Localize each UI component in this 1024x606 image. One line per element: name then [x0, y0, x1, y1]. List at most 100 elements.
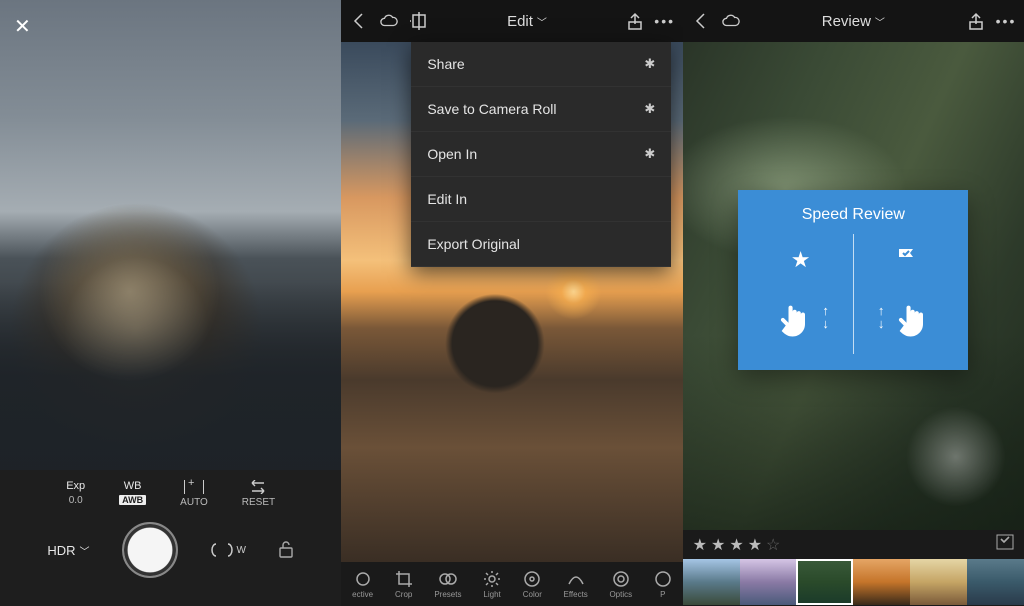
mode-selector[interactable]: Edit ﹀ — [507, 13, 547, 30]
chevron-down-icon: ﹀ — [80, 543, 90, 558]
star-empty-icon[interactable]: ☆ — [766, 535, 780, 555]
filmstrip[interactable] — [683, 559, 1024, 606]
camera-viewfinder — [0, 0, 341, 470]
more-button[interactable]: ••• — [655, 11, 675, 31]
camera-screen: ✕ Exp 0.0 WB AWB AUTO RESET — [0, 0, 341, 606]
bracket-icon — [184, 480, 204, 494]
cloud-icon[interactable] — [379, 11, 399, 31]
tool-selective[interactable]: ective — [352, 570, 373, 599]
rating-bar[interactable]: ★ ★ ★ ★ ☆ — [683, 530, 1024, 559]
flag-check-icon — [895, 246, 917, 274]
wb-value: AWB — [119, 495, 146, 505]
tool-label: Color — [523, 590, 542, 599]
share-menu-item[interactable]: Open In ✱ — [411, 132, 671, 177]
star-icon[interactable]: ★ — [748, 535, 762, 555]
review-bottom-bar: ★ ★ ★ ★ ☆ — [683, 530, 1024, 606]
back-button[interactable] — [691, 11, 711, 31]
mode-selector[interactable]: Review ﹀ — [822, 13, 885, 30]
edit-topbar: Edit ﹀ ••• — [341, 0, 682, 42]
share-menu-item[interactable]: Edit In — [411, 177, 671, 222]
speed-review-panel: Speed Review ★ ↑↓ — [738, 190, 968, 370]
menu-item-label: Open In — [427, 146, 477, 162]
thumbnail[interactable] — [967, 559, 1024, 605]
thumbnail[interactable] — [740, 559, 797, 605]
tool-color[interactable]: Color — [523, 570, 542, 599]
lock-icon[interactable] — [278, 540, 294, 561]
thumbnail[interactable] — [910, 559, 967, 605]
tool-label: Optics — [609, 590, 632, 599]
flag-toggle[interactable] — [996, 534, 1014, 555]
share-button[interactable] — [966, 11, 986, 31]
swipe-hand-icon — [772, 298, 816, 342]
tool-label: ective — [352, 590, 373, 599]
cloud-icon[interactable] — [721, 11, 741, 31]
exposure-label: Exp — [66, 480, 85, 492]
reset-icon — [249, 480, 267, 494]
menu-item-label: Share — [427, 56, 464, 72]
menu-item-label: Edit In — [427, 191, 467, 207]
gear-icon[interactable]: ✱ — [644, 101, 655, 117]
camera-control-bar: Exp 0.0 WB AWB AUTO RESET HDR ﹀ — [0, 470, 341, 606]
tool-label: Effects — [564, 590, 588, 599]
hdr-label: HDR — [47, 543, 75, 558]
speed-review-flag-gesture: ↑↓ — [856, 234, 957, 354]
speed-review-title: Speed Review — [802, 206, 905, 224]
edit-toolbar: ective Crop Presets Light Color Effects … — [341, 562, 682, 606]
swipe-arrows-icon: ↑↓ — [822, 304, 829, 330]
more-button[interactable]: ••• — [996, 11, 1016, 31]
menu-item-label: Save to Camera Roll — [427, 101, 556, 117]
review-screen: Review ﹀ ••• Speed Review ★ ↑↓ — [683, 0, 1024, 606]
swipe-hand-icon — [890, 298, 934, 342]
star-icon: ★ — [791, 247, 811, 273]
bracket-value: AUTO — [180, 497, 208, 508]
share-menu-item[interactable]: Save to Camera Roll ✱ — [411, 87, 671, 132]
chevron-down-icon: ﹀ — [875, 14, 885, 29]
thumbnail[interactable] — [853, 559, 910, 605]
exposure-value: 0.0 — [69, 495, 83, 506]
tool-crop[interactable]: Crop — [395, 570, 413, 599]
edit-screen: Edit ﹀ ••• Share ✱ Save to Camera Roll ✱… — [341, 0, 682, 606]
swipe-arrows-icon: ↑↓ — [878, 304, 885, 330]
hdr-toggle[interactable]: HDR ﹀ — [47, 543, 89, 558]
tool-label: P — [660, 590, 665, 599]
star-icon[interactable]: ★ — [711, 535, 725, 555]
tool-label: Crop — [395, 590, 412, 599]
crop-frame-icon[interactable] — [409, 11, 429, 31]
menu-item-label: Export Original — [427, 236, 520, 252]
back-button[interactable] — [349, 11, 369, 31]
tool-label: Presets — [434, 590, 461, 599]
share-menu: Share ✱ Save to Camera Roll ✱ Open In ✱ … — [411, 42, 671, 267]
tool-effects[interactable]: Effects — [564, 570, 588, 599]
star-icon[interactable]: ★ — [693, 535, 707, 555]
gear-icon[interactable]: ✱ — [644, 56, 655, 72]
exposure-control[interactable]: Exp 0.0 — [66, 480, 85, 508]
reset-label: RESET — [242, 497, 275, 508]
wb-label: WB — [124, 480, 142, 492]
mode-title: Edit — [507, 13, 533, 30]
thumbnail-selected[interactable] — [796, 559, 853, 605]
star-icon[interactable]: ★ — [729, 535, 743, 555]
tool-more[interactable]: P — [654, 570, 672, 599]
bracket-control[interactable]: AUTO — [180, 480, 208, 508]
tool-label: Light — [483, 590, 500, 599]
tool-optics[interactable]: Optics — [609, 570, 632, 599]
mode-title: Review — [822, 13, 871, 30]
review-topbar: Review ﹀ ••• — [683, 0, 1024, 42]
lens-toggle[interactable]: W — [210, 542, 246, 558]
gear-icon[interactable]: ✱ — [644, 146, 655, 162]
tool-presets[interactable]: Presets — [434, 570, 461, 599]
tool-light[interactable]: Light — [483, 570, 501, 599]
close-button[interactable]: ✕ — [14, 14, 31, 39]
thumbnail[interactable] — [683, 559, 740, 605]
chevron-down-icon: ﹀ — [537, 14, 547, 29]
share-menu-item[interactable]: Share ✱ — [411, 42, 671, 87]
share-menu-item[interactable]: Export Original — [411, 222, 671, 267]
panel-divider — [853, 234, 854, 354]
share-button[interactable] — [625, 11, 645, 31]
reset-control[interactable]: RESET — [242, 480, 275, 508]
shutter-button[interactable] — [122, 522, 178, 578]
lens-icon — [210, 542, 234, 558]
white-balance-control[interactable]: WB AWB — [119, 480, 146, 508]
lens-label: W — [237, 545, 246, 556]
speed-review-rate-gesture: ★ ↑↓ — [750, 234, 851, 354]
